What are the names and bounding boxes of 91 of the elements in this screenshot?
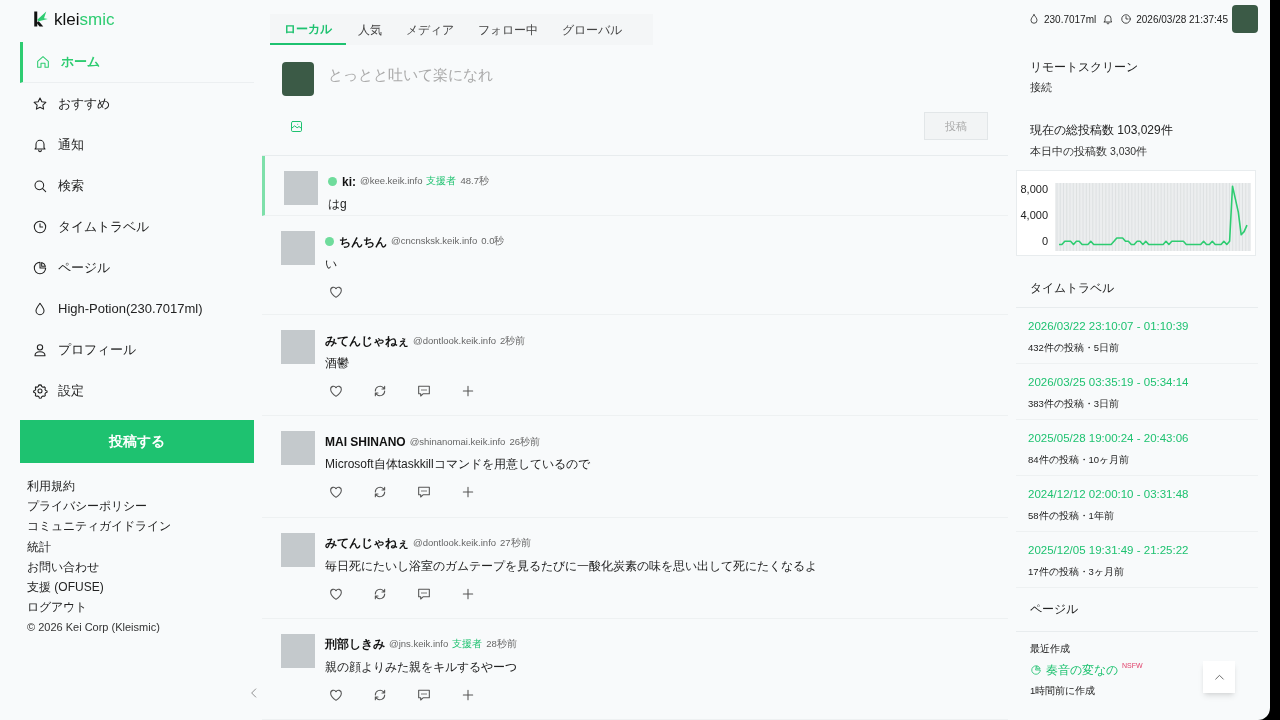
avatar-placeholder <box>281 431 315 466</box>
footer-link[interactable]: ログアウト <box>27 600 87 621</box>
user-handle: @dontlook.keik.info <box>413 333 497 348</box>
post-text: 親の顔よりみた親をキルするやーつ <box>325 658 517 675</box>
avatar-placeholder <box>281 231 315 266</box>
connection-status: 接続 <box>1030 80 1052 95</box>
heart-icon <box>328 383 344 400</box>
user-handle: @jns.keik.info <box>389 637 449 652</box>
post-text: い <box>325 256 337 273</box>
droplet-icon <box>32 300 48 317</box>
footer-link[interactable]: お問い合わせ <box>27 559 99 580</box>
user-handle: @kee.keik.info <box>360 174 423 189</box>
created-time: 1時間前に作成 <box>1029 683 1096 698</box>
bell-icon[interactable] <box>1102 13 1115 25</box>
pie-chart-icon <box>32 259 48 276</box>
footer-link[interactable]: コミュニティガイドライン <box>27 519 171 540</box>
feed-tab[interactable]: メディア <box>394 14 466 45</box>
post-text: 毎日死にたいし浴室のガムテープを見るたびに一酸化炭素の味を思い出して死にたくなるよ <box>325 557 817 574</box>
image-icon <box>288 118 304 134</box>
post-text: 酒鬱 <box>325 355 349 372</box>
feed-tab[interactable]: 人気 <box>346 14 394 45</box>
clock-icon <box>32 218 48 235</box>
author-name: 刑部しきみ <box>325 636 385 654</box>
avatar-placeholder <box>281 330 315 365</box>
today-posts: 本日中の投稿数 3,030件 <box>1030 143 1148 159</box>
nav-item[interactable]: プロフィール <box>20 329 254 370</box>
copyright-text: © 2026 Kei Corp (Kleismic) <box>27 620 160 635</box>
author-name: みてんじゃねぇ <box>325 332 409 350</box>
y-axis-label: 4,000 <box>1020 208 1048 221</box>
user-icon <box>32 341 48 358</box>
user-handle: @cncnsksk.keik.info <box>391 234 478 249</box>
footer-link[interactable]: プライバシーポリシー <box>27 499 147 520</box>
footer-link[interactable]: 利用規約 <box>27 479 75 500</box>
author-name: MAI SHINANO <box>325 433 406 451</box>
recent-label: 最近作成 <box>1029 641 1070 656</box>
post-count-text: 17件の投稿・3ヶ月前 <box>1028 564 1124 579</box>
droplet-icon <box>1027 13 1040 25</box>
nav-item[interactable]: おすすめ <box>20 83 254 124</box>
footer-link[interactable]: 支援 (OFUSE) <box>27 579 104 601</box>
date-time: 2026/03/28 21:37:45 <box>1136 12 1228 27</box>
post-count-text: 432件の投稿・5日前 <box>1028 340 1120 355</box>
post-count-text: 58件の投稿・1年前 <box>1028 508 1114 523</box>
total-posts: 現在の総投稿数 103,029件 <box>1030 121 1173 139</box>
avatar-placeholder <box>281 532 315 567</box>
time-ago: 28秒前 <box>486 637 517 652</box>
feed-tab[interactable]: グローバル <box>550 14 634 45</box>
author-name: みてんじゃねぇ <box>325 535 409 553</box>
time-ago: 48.7秒 <box>460 174 489 189</box>
settings-icon <box>32 382 48 399</box>
section-title: リモートスクリーン <box>1030 59 1138 76</box>
author-name: ちんちん <box>339 233 387 251</box>
user-handle: @dontlook.keik.info <box>413 536 497 550</box>
time-ago: 0.0秒 <box>481 234 505 249</box>
nav-item[interactable]: 設定 <box>20 370 254 411</box>
y-axis-label: 0 <box>1041 234 1048 247</box>
heart-icon <box>328 484 344 501</box>
nav-item[interactable]: 通知 <box>20 124 254 165</box>
supporter-label: 支援者 <box>426 174 457 189</box>
comment-icon <box>416 484 432 501</box>
time-ago: 26秒前 <box>509 434 540 449</box>
supporter-label: 支援者 <box>452 637 483 652</box>
post-text: はg <box>328 196 347 212</box>
y-axis-label: 8,000 <box>1020 182 1048 195</box>
post-input-field[interactable]: とっとと吐いて楽になれ <box>328 62 988 88</box>
post-count-text: 383件の投稿・3日前 <box>1028 396 1120 411</box>
potion-amount: 230.7017ml <box>1043 12 1097 27</box>
avatar-placeholder <box>282 62 314 96</box>
feed-tab[interactable]: フォロー中 <box>466 14 550 45</box>
avatar-placeholder <box>281 633 315 668</box>
section-title: ページル <box>1016 597 1258 632</box>
post-count-text: 84件の投稿・10ヶ月前 <box>1028 452 1130 467</box>
time-ago: 27秒前 <box>500 536 531 550</box>
user-handle: @shinanomai.keik.info <box>409 434 506 449</box>
author-name: ki: <box>342 173 356 191</box>
clock-icon <box>1120 13 1133 25</box>
time-ago: 2秒前 <box>500 333 526 348</box>
section-title: タイムトラベル <box>1016 273 1258 308</box>
post-text: Microsoft自体taskkillコマンドを用意しているので <box>325 456 590 473</box>
home-icon <box>35 54 51 70</box>
heart-icon <box>328 284 344 301</box>
footer-link[interactable]: 統計 <box>27 539 51 560</box>
search-icon <box>32 177 48 194</box>
logo-text: kleismic <box>54 10 115 28</box>
nav-item[interactable]: High-Potion(230.7017ml) <box>20 288 254 329</box>
nav-item[interactable]: ページル <box>20 247 254 288</box>
comment-icon <box>416 383 432 400</box>
nav-item[interactable]: タイムトラベル <box>20 206 254 247</box>
pie-chart-icon <box>1030 663 1042 676</box>
avatar-placeholder <box>284 171 318 205</box>
nav-item[interactable]: 検索 <box>20 165 254 206</box>
star-icon <box>32 95 48 112</box>
